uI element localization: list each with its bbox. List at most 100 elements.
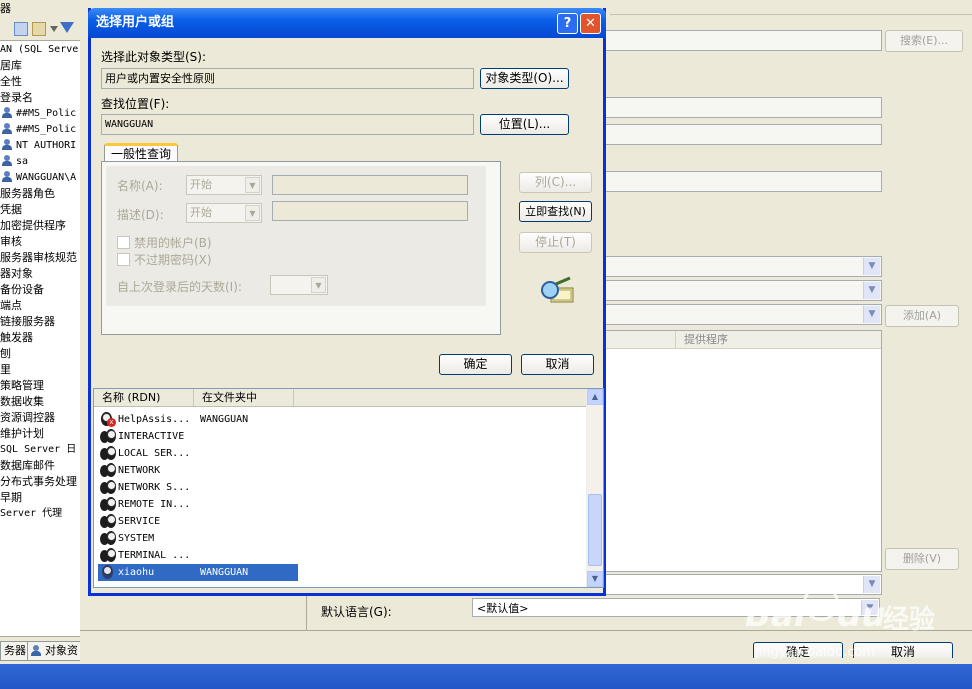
paw-icon [803, 585, 839, 621]
tree-item[interactable]: 刨 [0, 346, 11, 362]
result-row[interactable]: NETWORK [98, 462, 298, 479]
tree-item-label: 备份设备 [0, 283, 44, 296]
old-password-input[interactable] [604, 171, 882, 192]
description-condition-combo: 开始 ▼ [186, 203, 262, 223]
tree-item[interactable]: 策略管理 [0, 378, 44, 394]
tree-item[interactable]: 加密提供程序 [0, 218, 66, 234]
help-icon[interactable]: ? [557, 13, 578, 34]
watermark-brand: Bai [745, 595, 806, 635]
tree-item[interactable]: 分布式事务处理 [0, 474, 77, 490]
name-condition-combo: 开始 ▼ [186, 175, 262, 195]
confirm-password-input[interactable] [604, 124, 882, 145]
close-icon[interactable]: ✕ [580, 13, 601, 34]
tree-item[interactable]: SQL Server 日 [0, 442, 76, 458]
tree-item[interactable]: 全性 [0, 74, 22, 90]
result-row[interactable]: SYSTEM [98, 530, 298, 547]
column-header-name[interactable]: 名称 (RDN) [94, 389, 194, 406]
disconnect-icon[interactable] [32, 22, 46, 36]
add-button[interactable]: 添加(A) [885, 305, 959, 327]
tree-item-label: ##MS_Polic [16, 108, 77, 119]
dialog-titlebar[interactable]: 选择用户或组 ? ✕ [88, 8, 606, 38]
tab-common-queries[interactable]: 一般性查询 [104, 143, 178, 162]
chevron-down-icon: ▼ [311, 277, 326, 293]
tree-item[interactable]: 早期 [0, 490, 22, 506]
disabled-accounts-label: 禁用的帐户(B) [134, 236, 212, 250]
tree-item[interactable]: 里 [0, 362, 11, 378]
result-row[interactable]: xiaohu WANGGUAN [98, 564, 298, 581]
certificate-combo[interactable]: ▼ [604, 256, 882, 277]
tree-item[interactable]: 服务器角色 [0, 186, 55, 202]
tree-item[interactable]: ##MS_Polic [2, 106, 76, 122]
chevron-down-icon: ▼ [863, 282, 880, 299]
tree-item[interactable]: 凭据 [0, 202, 22, 218]
result-name: REMOTE IN... [118, 499, 191, 510]
tree-item-label: 服务器角色 [0, 187, 55, 200]
dialog-cancel-button[interactable]: 取消 [521, 354, 594, 375]
tree-item-label: 早期 [0, 491, 22, 504]
results-header: 名称 (RDN) 在文件夹中 [94, 389, 589, 407]
result-row[interactable]: REMOTE IN... [98, 496, 298, 513]
checkbox-icon [117, 253, 130, 266]
tree-item[interactable]: sa [2, 154, 28, 170]
login-user-icon [2, 171, 12, 182]
scroll-down-icon[interactable]: ▼ [587, 571, 603, 587]
tree-item[interactable]: NT AUTHORI [2, 138, 76, 154]
tree-item[interactable]: AN (SQL Server [0, 42, 80, 58]
columns-button: 列(C)... [519, 172, 592, 193]
remove-button[interactable]: 删除(V) [885, 548, 959, 570]
tree-item[interactable]: 数据收集 [0, 394, 44, 410]
tree-item[interactable]: 服务器审核规范 [0, 250, 77, 266]
tab-object-explorer-label: 对象资 [45, 644, 78, 657]
tree-item-label: 维护计划 [0, 427, 44, 440]
search-results-list[interactable]: 名称 (RDN) 在文件夹中 x HelpAssis... WANGGUAN INTE… [93, 388, 604, 588]
tree-item[interactable]: 备份设备 [0, 282, 44, 298]
tree-item[interactable]: 链接服务器 [0, 314, 55, 330]
column-header-folder[interactable]: 在文件夹中 [194, 389, 294, 406]
object-explorer-tree: 器 AN (SQL Server 居库 全性 登录名 ##MS_Polic ##MS_Po… [0, 0, 81, 636]
dialog-ok-button[interactable]: 确定 [439, 354, 512, 375]
tree-item[interactable]: 器对象 [0, 266, 33, 282]
scroll-thumb[interactable] [588, 494, 602, 566]
tab-object-explorer[interactable]: 对象资 [27, 641, 84, 661]
chevron-down-icon: ▼ [245, 177, 260, 193]
tree-item[interactable]: 端点 [0, 298, 22, 314]
credential-combo[interactable]: ▼ [604, 304, 882, 325]
result-row[interactable]: INTERACTIVE [98, 428, 298, 445]
password-input[interactable] [604, 97, 882, 118]
tree-item[interactable]: 审核 [0, 234, 22, 250]
refresh-icon[interactable] [14, 22, 28, 36]
result-row[interactable]: SERVICE [98, 513, 298, 530]
result-row[interactable]: LOCAL SER... [98, 445, 298, 462]
baidu-watermark: Bai du 经验 jingyan.baidu.com [745, 585, 965, 675]
provider-column-header: 提供程序 [675, 331, 728, 348]
tree-item[interactable]: WANGGUAN\A [2, 170, 76, 186]
object-explorer-icon [31, 645, 41, 656]
result-row[interactable]: TERMINAL ... [98, 547, 298, 564]
tree-item-label: ##MS_Polic [16, 124, 77, 135]
tree-item-label: 居库 [0, 59, 22, 72]
filter-icon[interactable] [60, 22, 74, 33]
find-now-button[interactable]: 立即查找(N) [519, 201, 592, 222]
results-scrollbar[interactable]: ▲ ▼ [586, 389, 603, 587]
search-button[interactable]: 搜索(E)... [885, 30, 963, 52]
credential-list[interactable]: 提供程序 [604, 330, 882, 572]
result-row[interactable]: x HelpAssis... WANGGUAN [98, 411, 298, 428]
object-types-button[interactable]: 对象类型(O)... [480, 68, 569, 89]
dropdown-arrow-icon[interactable] [50, 26, 58, 32]
tree-item[interactable]: 数据库邮件 [0, 458, 55, 474]
result-row[interactable]: NETWORK S... [98, 479, 298, 496]
login-name-input[interactable] [604, 30, 882, 51]
tree-item[interactable]: 触发器 [0, 330, 33, 346]
tree-item[interactable]: 登录名 [0, 90, 33, 106]
tree-item-label: 数据库邮件 [0, 459, 55, 472]
name-condition-value: 开始 [190, 178, 212, 191]
group-icon [100, 429, 116, 444]
tree-item[interactable]: 资源调控器 [0, 410, 55, 426]
locations-button[interactable]: 位置(L)... [480, 114, 569, 135]
asym-key-combo[interactable]: ▼ [604, 280, 882, 301]
scroll-up-icon[interactable]: ▲ [587, 389, 603, 405]
tree-item[interactable]: ##MS_Polic [2, 122, 76, 138]
tree-item[interactable]: 维护计划 [0, 426, 44, 442]
tree-item[interactable]: 居库 [0, 58, 22, 74]
tree-item[interactable]: Server 代理 [0, 506, 62, 522]
